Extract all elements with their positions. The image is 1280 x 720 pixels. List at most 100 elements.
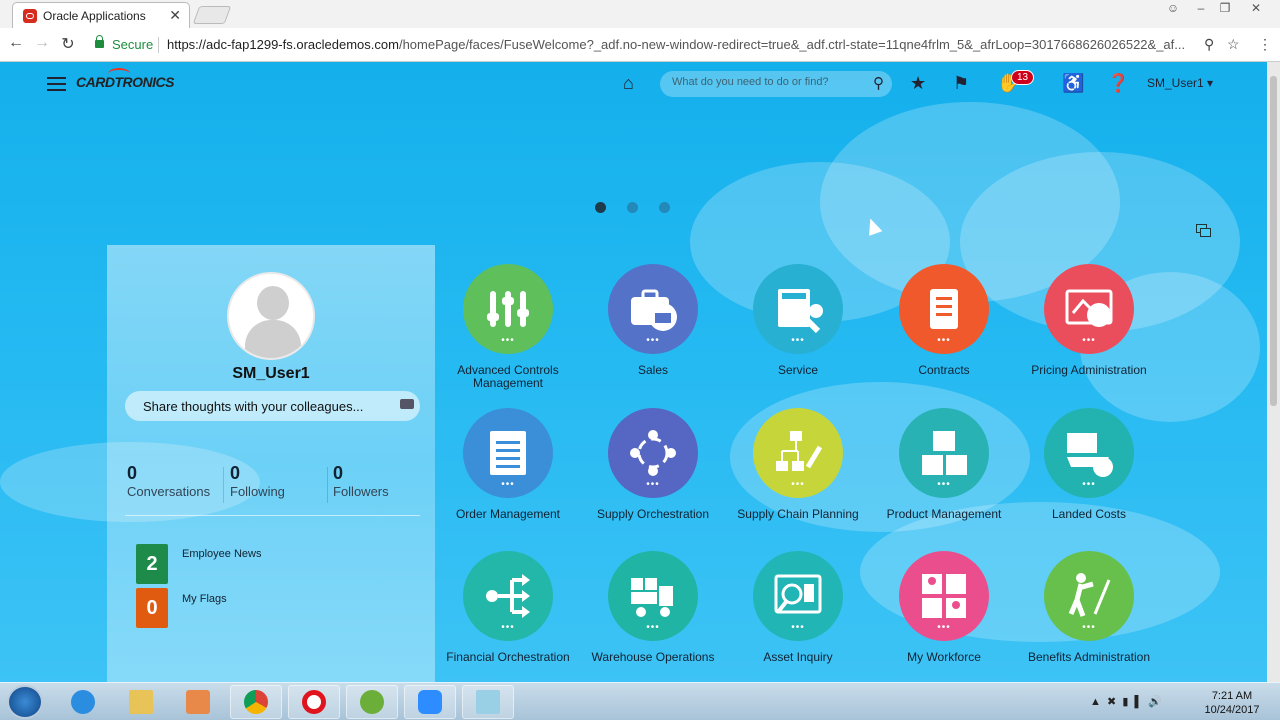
app-icon-circle[interactable]: ••• [899, 551, 989, 641]
app-tile-landed-costs[interactable]: ••• Landed Costs [1024, 408, 1154, 521]
app-label[interactable]: Landed Costs [1024, 508, 1154, 521]
my-flags-count[interactable]: 0 [136, 588, 168, 628]
zoom-taskbar-button[interactable] [404, 685, 456, 719]
chrome-taskbar-button[interactable] [230, 685, 282, 719]
bookmark-star-icon[interactable]: ☆ [1227, 36, 1240, 53]
more-options-icon[interactable]: ••• [899, 479, 989, 490]
conversation-icon[interactable] [400, 399, 414, 409]
notepad-taskbar-button[interactable] [462, 685, 514, 719]
more-options-icon[interactable]: ••• [1044, 335, 1134, 346]
app-tile-supply-chain-planning[interactable]: ••• Supply Chain Planning [733, 408, 863, 521]
app-icon-circle[interactable]: ••• [608, 264, 698, 354]
url-field[interactable]: https://adc-fap1299-fs.oracledemos.com/h… [167, 37, 1197, 52]
app-tile-service[interactable]: ••• Service [733, 264, 863, 377]
user-menu[interactable]: SM_User1 ▾ [1147, 76, 1213, 90]
employee-news-count[interactable]: 2 [136, 544, 168, 584]
clock[interactable]: 7:21 AM 10/24/2017 [1200, 689, 1264, 717]
app-icon-circle[interactable]: ••• [608, 551, 698, 641]
app-label[interactable]: Supply Orchestration [588, 508, 718, 521]
help-icon[interactable]: ❓ [1107, 73, 1129, 94]
app-icon-circle[interactable]: ••• [463, 264, 553, 354]
more-options-icon[interactable]: ••• [753, 335, 843, 346]
restore-icon[interactable]: ❐ [1214, 1, 1236, 15]
app-label[interactable]: Supply Chain Planning [733, 508, 863, 521]
more-options-icon[interactable]: ••• [753, 622, 843, 633]
app-tile-benefits-administration[interactable]: ••• Benefits Administration [1024, 551, 1154, 664]
stat-following[interactable]: 0 Following [230, 463, 285, 499]
page-scrollbar[interactable] [1267, 62, 1280, 682]
app-label[interactable]: Warehouse Operations [588, 651, 718, 664]
more-options-icon[interactable]: ••• [753, 479, 843, 490]
forward-icon[interactable]: → [32, 34, 52, 52]
app-icon-circle[interactable]: ••• [899, 408, 989, 498]
app-tile-warehouse-operations[interactable]: ••• Warehouse Operations [588, 551, 718, 664]
employee-news-link[interactable]: Employee News [182, 548, 261, 560]
app-tile-advanced-controls-management[interactable]: ••• Advanced Controls Management [443, 264, 573, 390]
app-tile-my-workforce[interactable]: ••• My Workforce [879, 551, 1009, 664]
profile-username[interactable]: SM_User1 [107, 365, 435, 383]
app-label[interactable]: Contracts [879, 364, 1009, 377]
system-tray-icons[interactable]: ▲ ✖ ▮ ▌ 🔊 [1090, 695, 1162, 708]
reload-icon[interactable]: ↻ [58, 34, 78, 54]
favorites-star-icon[interactable]: ★ [910, 73, 926, 94]
app-icon-circle[interactable]: ••• [753, 264, 843, 354]
app-icon-circle[interactable]: ••• [608, 408, 698, 498]
app-tile-product-management[interactable]: ••• Product Management [879, 408, 1009, 521]
flag-icon[interactable]: ⚑ [953, 73, 969, 94]
media-taskbar-button[interactable] [172, 685, 224, 719]
app-tile-financial-orchestration[interactable]: ••• Financial Orchestration [443, 551, 573, 664]
minimize-icon[interactable]: – [1190, 1, 1212, 15]
home-icon[interactable]: ⌂ [623, 73, 634, 94]
menu-hamburger-icon[interactable] [47, 77, 66, 91]
more-options-icon[interactable]: ••• [899, 622, 989, 633]
app-tile-pricing-administration[interactable]: ••• Pricing Administration [1024, 264, 1154, 377]
app-icon-circle[interactable]: ••• [1044, 551, 1134, 641]
app-icon-circle[interactable]: ••• [1044, 408, 1134, 498]
app-label[interactable]: Advanced Controls Management [443, 364, 573, 390]
app-label[interactable]: Pricing Administration [1024, 364, 1154, 377]
more-options-icon[interactable]: ••• [463, 479, 553, 490]
ie-taskbar-button[interactable] [57, 685, 109, 719]
page-dot[interactable] [627, 202, 638, 213]
page-dot[interactable] [595, 202, 606, 213]
app-tile-contracts[interactable]: ••• Contracts [879, 264, 1009, 377]
search-icon[interactable]: ⚲ [873, 74, 884, 92]
more-options-icon[interactable]: ••• [463, 335, 553, 346]
share-thoughts-input[interactable]: Share thoughts with your colleagues... [125, 391, 420, 421]
cardtronics-logo[interactable]: CARDTRONICS [76, 68, 174, 90]
start-button[interactable] [7, 685, 43, 719]
app-icon-circle[interactable]: ••• [899, 264, 989, 354]
stat-followers[interactable]: 0 Followers [333, 463, 389, 499]
more-options-icon[interactable]: ••• [608, 335, 698, 346]
more-options-icon[interactable]: ••• [608, 479, 698, 490]
extension-icon[interactable]: ⚲ [1204, 36, 1214, 53]
app-icon-circle[interactable]: ••• [1044, 264, 1134, 354]
app-tile-sales[interactable]: ••• Sales [588, 264, 718, 377]
more-options-icon[interactable]: ••• [1044, 622, 1134, 633]
app-label[interactable]: Sales [588, 364, 718, 377]
app-label[interactable]: Financial Orchestration [443, 651, 573, 664]
more-options-icon[interactable]: ••• [899, 335, 989, 346]
app-label[interactable]: My Workforce [879, 651, 1009, 664]
app-label[interactable]: Benefits Administration [1024, 651, 1154, 664]
app-icon-circle[interactable]: ••• [463, 408, 553, 498]
app-tile-supply-orchestration[interactable]: ••• Supply Orchestration [588, 408, 718, 521]
accessibility-icon[interactable]: ♿ [1062, 73, 1084, 94]
layout-toggle-icon[interactable] [1196, 224, 1212, 240]
app-label[interactable]: Service [733, 364, 863, 377]
tab-close-icon[interactable]: ✕ [169, 7, 181, 24]
menu-kebab-icon[interactable]: ⋮ [1258, 36, 1272, 53]
scrollbar-thumb[interactable] [1270, 76, 1277, 406]
app-label[interactable]: Order Management [443, 508, 573, 521]
profile-icon[interactable]: ☺ [1162, 1, 1184, 15]
browser-tab[interactable]: Oracle Applications ✕ [12, 2, 190, 28]
app-label[interactable]: Asset Inquiry [733, 651, 863, 664]
search-input[interactable] [672, 76, 862, 88]
app-icon-circle[interactable]: ••• [463, 551, 553, 641]
app-tile-asset-inquiry[interactable]: ••• Asset Inquiry [733, 551, 863, 664]
more-options-icon[interactable]: ••• [463, 622, 553, 633]
my-flags-link[interactable]: My Flags [182, 593, 227, 605]
close-window-icon[interactable]: ✕ [1245, 1, 1267, 15]
back-icon[interactable]: ← [6, 34, 26, 52]
new-tab-button[interactable] [192, 6, 232, 24]
